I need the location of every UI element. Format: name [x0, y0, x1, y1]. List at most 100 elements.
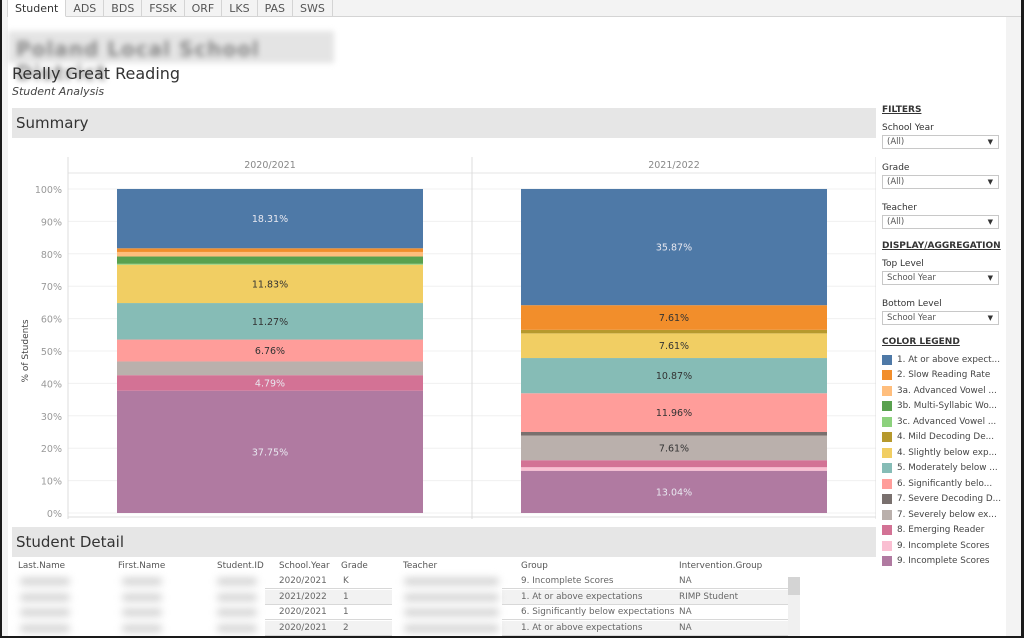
school-year-cell: 2020/2021 — [279, 576, 327, 586]
legend-item[interactable]: 7. Severe Decoding D... — [882, 492, 1006, 508]
tab-lks[interactable]: LKS — [222, 0, 258, 17]
bar-segment — [117, 361, 423, 376]
pane-header-label: 2021/2022 — [648, 160, 700, 171]
tab-student[interactable]: Student — [8, 0, 67, 17]
legend-label: 5. Moderately below ... — [897, 463, 998, 474]
col-school-year[interactable]: School.Year — [279, 561, 330, 571]
legend-label: 3c. Advanced Vowel ... — [897, 416, 997, 427]
y-tick-label: 40% — [41, 379, 62, 390]
bar-segment — [521, 467, 827, 471]
legend-swatch — [882, 463, 892, 474]
data-label: 18.31% — [252, 214, 288, 225]
legend-swatch — [882, 540, 892, 551]
legend-item[interactable]: 3a. Advanced Vowel ... — [882, 383, 1006, 399]
scrollbar-thumb[interactable] — [788, 577, 800, 595]
legend-swatch — [882, 385, 892, 396]
grade-dropdown[interactable]: (All) ▼ — [882, 175, 999, 189]
tab-ads[interactable]: ADS — [66, 0, 105, 17]
grade-cell: 2 — [343, 622, 349, 633]
legend-item[interactable]: 1. At or above expect... — [882, 352, 1006, 368]
legend-swatch — [882, 432, 892, 443]
tab-sws[interactable]: SWS — [293, 0, 333, 17]
school-year-dropdown[interactable]: (All) ▼ — [882, 135, 999, 149]
bottom-level-dropdown[interactable]: School Year ▼ — [882, 311, 999, 325]
legend-item[interactable]: 4. Slightly below exp... — [882, 445, 1006, 461]
legend-item[interactable]: 9. Incomplete Scores — [882, 538, 1006, 554]
redacted-cell — [20, 609, 70, 616]
legend-label: 1. At or above expect... — [897, 354, 1000, 365]
legend-swatch — [882, 525, 892, 536]
table-row[interactable]: 2021/2022 1 1. At or above expectations RIM… — [12, 589, 792, 605]
col-teacher[interactable]: Teacher — [403, 561, 437, 571]
school-year-value: (All) — [887, 137, 905, 147]
legend-swatch — [882, 509, 892, 520]
redacted-cell — [217, 593, 257, 601]
school-year-label: School Year — [882, 123, 934, 133]
legend-item[interactable]: 3c. Advanced Vowel ... — [882, 414, 1006, 430]
legend-label: 2. Slow Reading Rate — [897, 370, 991, 381]
chevron-down-icon: ▼ — [987, 178, 993, 186]
redacted-cell — [404, 609, 499, 616]
legend-item[interactable]: 7. Severely below ex... — [882, 507, 1006, 523]
pane-header-label: 2020/2021 — [244, 160, 296, 171]
chevron-down-icon: ▼ — [987, 218, 993, 226]
tab-bds[interactable]: BDS — [104, 0, 143, 17]
legend-swatch — [882, 494, 892, 505]
app-title: Really Great Reading — [12, 64, 181, 83]
teacher-dropdown[interactable]: (All) ▼ — [882, 215, 999, 229]
col-last-name[interactable]: Last.Name — [18, 561, 65, 571]
col-intervention-group[interactable]: Intervention.Group — [679, 561, 762, 571]
row-divider — [502, 634, 792, 636]
legend-item[interactable]: 6. Significantly belo... — [882, 476, 1006, 492]
redacted-cell — [20, 593, 70, 601]
y-tick-label: 0% — [47, 509, 62, 519]
legend-item[interactable]: 3b. Multi-Syllabic Wo... — [882, 399, 1006, 415]
legend-item[interactable]: 8. Emerging Reader — [882, 523, 1006, 539]
table-row[interactable]: 2020/2021 2 1. At or above expectations NA — [12, 620, 792, 636]
col-student-id[interactable]: Student.ID — [217, 561, 264, 571]
redacted-cell — [122, 593, 162, 601]
bar-segment — [117, 263, 423, 265]
chevron-down-icon: ▼ — [987, 138, 993, 146]
y-tick-label: 60% — [41, 315, 62, 326]
col-first-name[interactable]: First.Name — [118, 561, 165, 571]
legend-item[interactable]: 4. Mild Decoding De... — [882, 430, 1006, 446]
color-legend: 1. At or above expect... 2. Slow Reading … — [882, 352, 1006, 569]
table-row[interactable]: 2020/2021 K 9. Incomplete Scores NA — [12, 574, 792, 589]
top-level-dropdown[interactable]: School Year ▼ — [882, 271, 999, 285]
grade-cell: 1 — [343, 591, 349, 602]
legend-item[interactable]: 5. Moderately below ... — [882, 461, 1006, 477]
chevron-down-icon: ▼ — [987, 314, 993, 322]
data-label: 6.76% — [255, 346, 285, 357]
col-grade[interactable]: Grade — [341, 561, 368, 571]
filters-heading: FILTERS — [882, 105, 922, 115]
legend-item[interactable]: 9. Incomplete Scores — [882, 554, 1006, 570]
bottom-level-value: School Year — [887, 313, 936, 323]
redacted-cell — [122, 624, 162, 632]
data-label: 4.79% — [255, 378, 285, 389]
data-label: 7.61% — [659, 313, 689, 324]
bar-segment — [521, 460, 827, 468]
group-cell: 1. At or above expectations — [521, 591, 643, 602]
bar-segment — [117, 248, 423, 252]
tab-fill — [332, 0, 1021, 17]
group-cell: 6. Significantly below expectations — [521, 607, 675, 617]
data-label: 7.61% — [659, 341, 689, 352]
intervention-cell: NA — [679, 622, 692, 633]
tab-pas[interactable]: PAS — [257, 0, 294, 17]
table-row[interactable]: 2020/2021 1 6. Significantly below expecta… — [12, 605, 792, 620]
dashboard-frame: Student ADS BDS FSSK ORF LKS PAS SWS Pol… — [2, 0, 1021, 636]
group-cell: 1. At or above expectations — [521, 622, 643, 633]
school-year-cell: 2020/2021 — [279, 622, 327, 633]
data-label: 35.87% — [656, 243, 692, 254]
legend-swatch — [882, 370, 892, 381]
school-year-cell: 2021/2022 — [279, 591, 327, 602]
legend-item[interactable]: 2. Slow Reading Rate — [882, 368, 1006, 384]
y-tick-label: 80% — [41, 250, 62, 261]
intervention-cell: RIMP Student — [679, 591, 739, 602]
legend-label: 7. Severe Decoding D... — [897, 494, 1001, 505]
col-group[interactable]: Group — [521, 561, 548, 571]
table-scrollbar[interactable] — [788, 577, 800, 636]
tab-fssk[interactable]: FSSK — [142, 0, 185, 17]
tab-orf[interactable]: ORF — [184, 0, 223, 17]
